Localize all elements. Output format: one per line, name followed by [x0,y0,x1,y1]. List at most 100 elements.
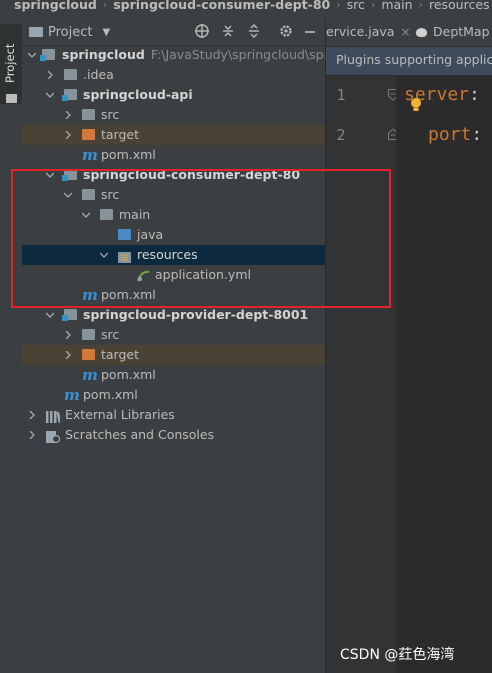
tree-row-provider-target[interactable]: target [22,345,325,365]
folder-icon [82,329,95,340]
breadcrumb-separator: › [336,0,341,11]
left-tool-stripe: Project [0,18,23,673]
tree-row-consumer-module[interactable]: springcloud-consumer-dept-80 [22,165,325,185]
tab-service-java[interactable]: ervice.java × [326,18,411,46]
maven-icon: m [64,386,80,404]
yaml-colon: : [469,84,480,105]
chevron-right-icon [65,131,71,139]
library-icon [46,409,62,423]
hide-icon[interactable] [302,23,318,39]
tree-label-api-pom: pom.xml [101,147,156,162]
tree-row-provider-pom[interactable]: m pom.xml [22,365,325,385]
breadcrumb-item-resources[interactable]: resources [427,0,492,11]
tab-deptmap[interactable]: DeptMap [416,18,490,46]
breadcrumb: springcloud › springcloud-consumer-dept-… [0,0,492,19]
chevron-right-icon [65,351,71,359]
tree-label-root: springcloudF:\JavaStudy\springcloud\spri… [62,45,325,65]
tree-label-provider-src: src [101,327,120,342]
tree-label-api-target: target [101,127,140,142]
tree-row-api-module[interactable]: springcloud-api [22,85,325,105]
tree-row-root-pom[interactable]: m pom.xml [22,385,325,405]
breadcrumb-item-main[interactable]: main [379,0,414,11]
tree-label-api-module: springcloud-api [83,87,193,102]
breadcrumb-separator: › [370,0,376,11]
tree-label-api-src: src [101,107,120,122]
project-panel: Project ▼ springcloud F:\JavaStudy\spring… [22,18,325,673]
yaml-colon: : [471,124,483,145]
module-folder-icon [62,89,77,101]
tree-label-consumer-src: src [101,187,120,202]
tree-row-idea[interactable]: .idea [22,65,325,85]
tree-row-api-src[interactable]: src [22,105,325,125]
chevron-right-icon [47,71,53,79]
tree-label-scratches: Scratches and Consoles [65,427,215,442]
breadcrumb-item-src[interactable]: src [345,0,367,11]
project-stripe-tab[interactable]: Project [0,24,22,104]
tab-label: ervice.java [326,24,395,39]
excluded-folder-icon [82,129,95,140]
chevron-down-icon: ▼ [102,26,111,38]
scratches-icon [46,429,61,444]
tree-row-consumer-java[interactable]: java [22,225,325,245]
folder-icon [82,109,95,120]
collapse-all-icon[interactable] [220,23,236,39]
expand-all-icon[interactable] [246,23,262,39]
folder-icon [64,69,77,80]
mybatis-bird-icon [416,28,427,37]
project-toolbar: Project ▼ [22,18,325,46]
tree-label-idea: .idea [83,67,114,82]
line-number: 2 [336,126,346,144]
line-number: 1 [336,86,346,104]
tree-row-consumer-main[interactable]: main [22,205,325,225]
breadcrumb-item-consumer[interactable]: springcloud-consumer-dept-80 [111,0,332,11]
tree-label-external-libraries: External Libraries [65,407,175,422]
breadcrumb-item-springcloud[interactable]: springcloud [12,0,99,11]
yaml-key-port: port [428,124,472,145]
tree-row-consumer-resources[interactable]: resources [22,245,325,265]
tree-row-scratches[interactable]: Scratches and Consoles [22,425,325,445]
tree-row-root[interactable]: springcloudF:\JavaStudy\springcloud\spri… [22,45,325,65]
excluded-folder-icon [82,349,95,360]
module-folder-icon [40,49,55,61]
code-line-2: port: [428,124,482,145]
folder-icon [82,189,95,200]
tree-label-consumer-resources: resources [137,247,198,262]
tree-row-api-pom[interactable]: m pom.xml [22,145,325,165]
plugins-notification-banner[interactable]: Plugins supporting applica [326,47,492,75]
tree-label-provider-module: springcloud-provider-dept-8001 [83,307,309,322]
tree-label-root-pom: pom.xml [83,387,138,402]
folder-icon [100,209,113,220]
tree-label-consumer-pom: pom.xml [101,287,156,302]
tree-row-api-target[interactable]: target [22,125,325,145]
resources-folder-icon [118,249,131,263]
chevron-down-icon [82,212,90,218]
chevron-down-icon [46,92,54,98]
chevron-down-icon [46,172,54,178]
root-path: F:\JavaStudy\springcloud\spring [150,47,325,62]
lightbulb-icon[interactable] [410,97,422,113]
gear-icon[interactable] [278,23,294,39]
chevron-down-icon [64,192,72,198]
chevron-right-icon [29,431,35,439]
project-view-selector[interactable]: Project ▼ [29,23,110,41]
tree-row-external-libraries[interactable]: External Libraries [22,405,325,425]
tree-row-provider-src[interactable]: src [22,325,325,345]
close-icon[interactable]: × [400,25,410,39]
tree-row-application-yml[interactable]: application.yml [22,265,325,285]
code-editor[interactable]: server: port: [396,76,492,673]
folder-icon [6,94,17,103]
breadcrumb-separator: › [102,0,108,11]
csdn-watermark: CSDN @荭色海湾 [340,647,455,663]
tree-row-provider-module[interactable]: springcloud-provider-dept-8001 [22,305,325,325]
tree-row-consumer-src[interactable]: src [22,185,325,205]
locate-icon[interactable] [194,23,210,39]
tab-label: DeptMap [433,24,490,39]
tree-label-consumer-main: main [119,207,151,222]
module-folder-icon [62,309,77,321]
tree-label-provider-pom: pom.xml [101,367,156,382]
tree-label-application-yml: application.yml [155,267,251,282]
tree-label-provider-target: target [101,347,140,362]
folder-icon [29,27,43,37]
yaml-file-icon [136,268,150,282]
tree-row-consumer-pom[interactable]: m pom.xml [22,285,325,305]
